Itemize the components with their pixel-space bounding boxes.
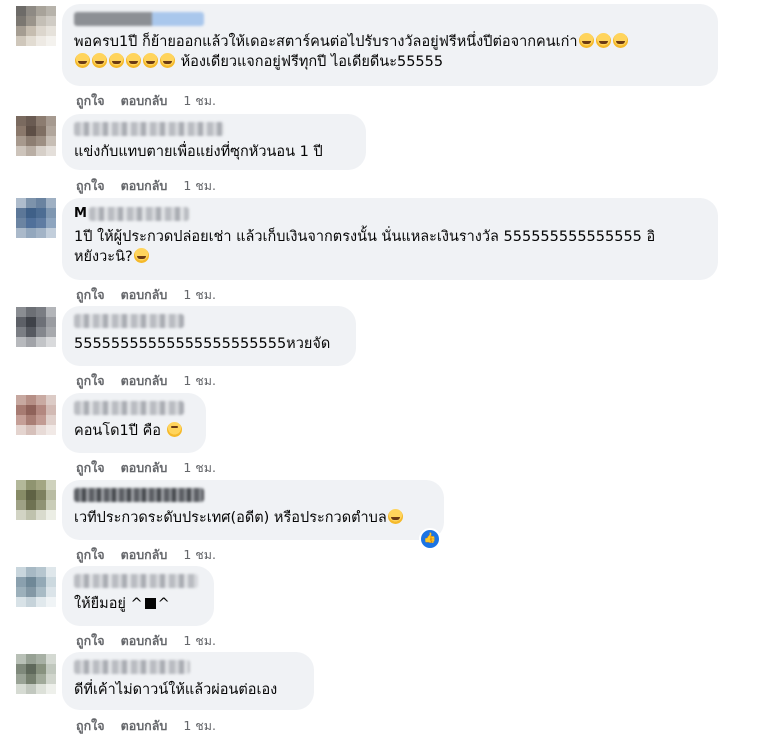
reply-link[interactable]: ตอบกลับ [121, 285, 168, 305]
comment-actions: ถูกใจ ตอบกลับ 1 ชม. [76, 91, 216, 111]
timestamp[interactable]: 1 ชม. [183, 91, 216, 111]
like-link[interactable]: ถูกใจ [76, 458, 105, 478]
comment-bubble: M 1ปี ให้ผู้ประกวดปล่อยเช่า แล้วเก็บเงิน… [62, 198, 718, 280]
rofl-emoji [578, 33, 594, 48]
comment-bubble: 55555555555555555555555หวยจัด [62, 306, 356, 366]
timestamp[interactable]: 1 ชม. [183, 716, 216, 736]
reply-link[interactable]: ตอบกลับ [121, 458, 168, 478]
comment-text: เวทีประกวดระดับประเทศ(อดีต) หรือประกวดตำ… [74, 508, 432, 528]
comment-actions: ถูกใจ ตอบกลับ 1 ชม. [76, 371, 216, 391]
like-link[interactable]: ถูกใจ [76, 91, 105, 111]
like-reaction-icon[interactable]: 👍 [419, 528, 441, 550]
comment-text: แข่งกับแทบตายเพื่อแย่งที่ซุกหัวนอน 1 ปี [74, 144, 323, 160]
timestamp[interactable]: 1 ชม. [183, 458, 216, 478]
avatar[interactable] [16, 654, 56, 694]
reply-link[interactable]: ตอบกลับ [121, 91, 168, 111]
comment-bubble: ให้ยืมอยู่ ^ ^ [62, 566, 214, 626]
comment-actions: ถูกใจ ตอบกลับ 1 ชม. [76, 716, 216, 736]
comment-actions: ถูกใจ ตอบกลับ 1 ชม. [76, 631, 216, 651]
commenter-name[interactable] [74, 488, 204, 502]
avatar[interactable] [16, 567, 56, 607]
rofl-emoji [595, 33, 611, 48]
rolling-eyes-emoji [166, 422, 182, 437]
comment-actions: ถูกใจ ตอบกลับ 1 ชม. [76, 285, 216, 305]
reply-link[interactable]: ตอบกลับ [121, 545, 168, 565]
timestamp[interactable]: 1 ชม. [183, 176, 216, 196]
like-link[interactable]: ถูกใจ [76, 371, 105, 391]
comment-text: ให้ยืมอยู่ ^ ^ [74, 596, 170, 612]
like-link[interactable]: ถูกใจ [76, 176, 105, 196]
reply-link[interactable]: ตอบกลับ [121, 716, 168, 736]
black-square-icon [144, 598, 156, 609]
comment-bubble: พอครบ1ปี ก็ย้ายออกแล้วให้เดอะสตาร์คนต่อไ… [62, 4, 718, 86]
avatar[interactable] [16, 198, 56, 238]
commenter-name[interactable] [74, 401, 184, 415]
timestamp[interactable]: 1 ชม. [183, 285, 216, 305]
comment-text: คอนโด1ปี คือ [74, 421, 194, 441]
commenter-name[interactable] [74, 574, 198, 588]
rofl-emoji [160, 53, 175, 68]
commenter-name[interactable] [88, 206, 189, 221]
comment-text: 1ปี ให้ผู้ประกวดปล่อยเช่า แล้วเก็บเงินจา… [74, 229, 656, 265]
avatar[interactable] [16, 6, 56, 46]
like-link[interactable]: ถูกใจ [76, 285, 105, 305]
comment-text: ดีที่เค้าไม่ดาวน์ให้แล้วผ่อนต่อเอง [74, 682, 278, 698]
timestamp[interactable]: 1 ชม. [183, 545, 216, 565]
reply-link[interactable]: ตอบกลับ [121, 631, 168, 651]
comment-bubble: คอนโด1ปี คือ [62, 393, 206, 453]
avatar[interactable] [16, 307, 56, 347]
rofl-emoji [133, 248, 149, 263]
comment-text: 55555555555555555555555หวยจัด [74, 336, 331, 352]
rofl-emoji [126, 53, 141, 68]
like-link[interactable]: ถูกใจ [76, 545, 105, 565]
timestamp[interactable]: 1 ชม. [183, 371, 216, 391]
commenter-name[interactable] [74, 314, 184, 328]
commenter-name[interactable] [74, 660, 190, 674]
rofl-emoji [612, 33, 628, 48]
comment-bubble: ดีที่เค้าไม่ดาวน์ให้แล้วผ่อนต่อเอง [62, 652, 314, 710]
commenter-name[interactable] [74, 122, 224, 136]
comment-bubble: แข่งกับแทบตายเพื่อแย่งที่ซุกหัวนอน 1 ปี [62, 114, 366, 170]
comment-actions: ถูกใจ ตอบกลับ 1 ชม. [76, 458, 216, 478]
rofl-emoji [143, 53, 158, 68]
comment-text: พอครบ1ปี ก็ย้ายออกแล้วให้เดอะสตาร์คนต่อไ… [74, 32, 706, 72]
like-link[interactable]: ถูกใจ [76, 716, 105, 736]
rofl-emoji [109, 53, 124, 68]
commenter-name-initial[interactable]: M [74, 206, 87, 221]
avatar[interactable] [16, 116, 56, 156]
commenter-name[interactable] [74, 12, 204, 26]
like-link[interactable]: ถูกใจ [76, 631, 105, 651]
comment-actions: ถูกใจ ตอบกลับ 1 ชม. [76, 545, 216, 565]
reply-link[interactable]: ตอบกลับ [121, 176, 168, 196]
avatar[interactable] [16, 480, 56, 520]
rofl-emoji [92, 53, 107, 68]
avatar[interactable] [16, 395, 56, 435]
laughing-emoji [387, 509, 403, 524]
rofl-emoji [75, 53, 90, 68]
comment-actions: ถูกใจ ตอบกลับ 1 ชม. [76, 176, 216, 196]
reply-link[interactable]: ตอบกลับ [121, 371, 168, 391]
timestamp[interactable]: 1 ชม. [183, 631, 216, 651]
comment-bubble: เวทีประกวดระดับประเทศ(อดีต) หรือประกวดตำ… [62, 480, 444, 540]
